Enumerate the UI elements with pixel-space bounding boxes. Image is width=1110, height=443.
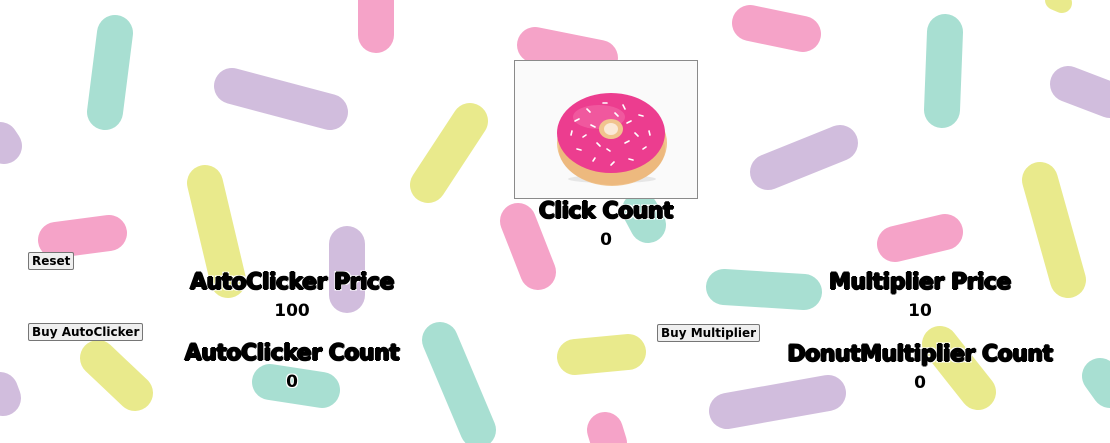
sprinkle — [732, 5, 821, 52]
sprinkle — [587, 412, 627, 443]
autoclicker-count-value: 0 — [286, 372, 298, 392]
click-count-label: Click Count — [538, 199, 674, 224]
donut-hole-inner — [604, 123, 618, 135]
donut-multiplier-count-value: 0 — [914, 373, 926, 393]
sprinkle — [709, 375, 846, 429]
autoclicker-price-label: AutoClicker Price — [189, 270, 395, 295]
sprinkle — [517, 27, 618, 76]
sprinkle — [1082, 358, 1110, 408]
sprinkle — [877, 214, 963, 262]
sprinkle — [214, 68, 348, 130]
donut-click-button[interactable] — [514, 60, 698, 199]
sprinkle — [187, 165, 246, 298]
sprinkle — [706, 269, 822, 310]
multiplier-price-label: Multiplier Price — [829, 270, 1011, 295]
sprinkle — [750, 125, 858, 190]
click-count-value: 0 — [600, 230, 612, 250]
sprinkle — [1050, 66, 1110, 118]
sprinkle — [557, 334, 646, 375]
donut-multiplier-count-label: DonutMultiplier Count — [787, 342, 1053, 367]
sprinkle — [422, 322, 496, 443]
sprinkle — [410, 103, 488, 203]
sprinkle — [0, 372, 21, 416]
sprinkle — [87, 15, 133, 130]
autoclicker-count-label: AutoClicker Count — [184, 341, 400, 366]
autoclicker-price-value: 100 — [274, 301, 310, 321]
donut-icon — [557, 93, 667, 186]
multiplier-price-value: 10 — [908, 301, 932, 321]
sprinkle — [500, 203, 556, 290]
sprinkle — [924, 14, 963, 128]
reset-button[interactable]: Reset — [28, 252, 75, 270]
sprinkle — [0, 122, 22, 164]
sprinkle — [1022, 162, 1086, 298]
buy-multiplier-button[interactable]: Buy Multiplier — [657, 324, 761, 342]
sprinkle — [38, 215, 127, 258]
sprinkle — [1045, 0, 1072, 13]
buy-autoclicker-button[interactable]: Buy AutoClicker — [28, 323, 144, 341]
sprinkle — [80, 340, 153, 411]
